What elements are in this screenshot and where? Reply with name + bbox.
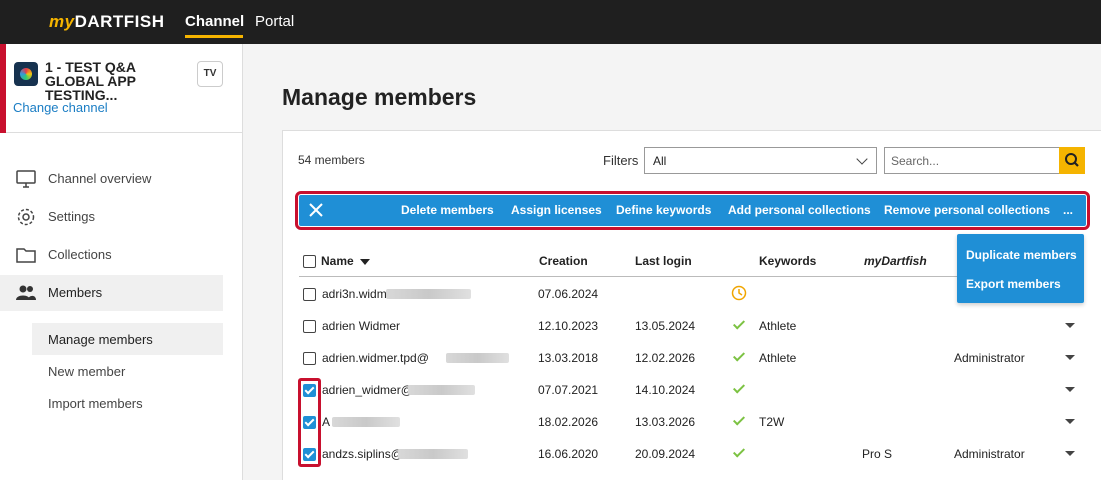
channel-logo-icon xyxy=(14,62,38,86)
sidebar-subitem-label: Import members xyxy=(48,396,143,411)
member-name[interactable]: adrien.widmer.tpd@ xyxy=(322,351,429,365)
creation-date: 16.06.2020 xyxy=(538,447,599,461)
page-title: Manage members xyxy=(282,84,477,110)
column-header-mydartfish[interactable]: myDartfish xyxy=(864,254,927,268)
member-name[interactable]: adrien_widmer@ xyxy=(322,383,413,397)
creation-date: 18.02.2026 xyxy=(538,415,599,429)
last-login-date: 20.09.2024 xyxy=(635,447,696,461)
sidebar-item-label: Members xyxy=(48,285,103,300)
sidebar-item-label: Collections xyxy=(48,247,112,262)
remove-personal-collections-button[interactable]: Remove personal collections xyxy=(884,203,1050,217)
keywords: T2W xyxy=(759,415,785,429)
column-header-last-login[interactable]: Last login xyxy=(635,254,692,268)
nav-channel[interactable]: Channel xyxy=(185,13,244,30)
column-header-creation[interactable]: Creation xyxy=(539,254,588,268)
sidebar-subitem-import-members[interactable]: Import members xyxy=(32,387,223,419)
redacted-text xyxy=(446,353,509,363)
redacted-text xyxy=(398,449,468,459)
chevron-down-icon xyxy=(856,153,868,165)
row-menu-caret-icon[interactable] xyxy=(1065,323,1075,328)
redacted-text xyxy=(386,289,471,299)
channel-title: 1 - TEST Q&A GLOBAL APP TESTING... xyxy=(45,59,136,103)
more-actions-dropdown: Duplicate members Export members xyxy=(957,234,1084,303)
bulk-action-bar: Delete members Assign licenses Define ke… xyxy=(295,191,1090,230)
role: Administrator xyxy=(954,447,1025,461)
member-name[interactable]: andzs.siplins@ xyxy=(322,447,403,461)
keywords: Athlete xyxy=(759,351,797,365)
nav-active-underline xyxy=(185,35,243,38)
add-personal-collections-button[interactable]: Add personal collections xyxy=(728,203,871,217)
nav-portal[interactable]: Portal xyxy=(255,13,294,30)
close-icon[interactable] xyxy=(307,201,325,219)
creation-date: 07.07.2021 xyxy=(538,383,599,397)
folder-icon xyxy=(16,248,36,263)
sidebar-item-members[interactable]: Members xyxy=(0,275,223,311)
last-login-date: 13.03.2026 xyxy=(635,415,696,429)
mydartfish-logo[interactable]: myDARTFISH xyxy=(49,12,165,32)
column-header-keywords[interactable]: Keywords xyxy=(759,254,816,268)
row-menu-caret-icon[interactable] xyxy=(1065,419,1075,424)
sidebar-subitem-label: New member xyxy=(48,364,126,379)
mydartfish-license: Pro S xyxy=(862,447,893,461)
row-menu-caret-icon[interactable] xyxy=(1065,355,1075,360)
channel-accent-bar xyxy=(0,44,6,133)
row-menu-caret-icon[interactable] xyxy=(1065,387,1075,392)
sidebar-item-label: Channel overview xyxy=(48,171,152,186)
search-input[interactable] xyxy=(884,147,1059,174)
more-actions-button[interactable]: ... xyxy=(1063,203,1073,217)
search-button[interactable] xyxy=(1059,147,1085,174)
selection-highlight xyxy=(298,378,321,467)
creation-date: 13.03.2018 xyxy=(538,351,599,365)
member-name[interactable]: A xyxy=(322,415,330,429)
filters-label: Filters xyxy=(603,153,639,168)
gear-icon xyxy=(17,208,35,226)
sidebar-subitem-new-member[interactable]: New member xyxy=(32,355,223,387)
sidebar-item-collections[interactable]: Collections xyxy=(0,237,223,273)
creation-date: 12.10.2023 xyxy=(538,319,599,333)
sidebar-item-settings[interactable]: Settings xyxy=(0,199,223,235)
keywords: Athlete xyxy=(759,319,797,333)
last-login-date: 13.05.2024 xyxy=(635,319,696,333)
role: Administrator xyxy=(954,351,1025,365)
column-header-name[interactable]: Name xyxy=(321,254,354,268)
member-count: 54 members xyxy=(298,153,365,167)
delete-members-button[interactable]: Delete members xyxy=(401,203,494,217)
sidebar-subitem-label: Manage members xyxy=(48,332,153,347)
select-all-checkbox[interactable] xyxy=(303,255,316,268)
sidebar: 1 - TEST Q&A GLOBAL APP TESTING... TV Ch… xyxy=(0,44,243,480)
row-checkbox[interactable] xyxy=(303,288,316,301)
creation-date: 07.06.2024 xyxy=(538,287,599,301)
export-members-option[interactable]: Export members xyxy=(966,277,1061,291)
assign-licenses-button[interactable]: Assign licenses xyxy=(511,203,602,217)
row-menu-caret-icon[interactable] xyxy=(1065,451,1075,456)
tv-button[interactable]: TV xyxy=(197,61,223,87)
filters-value: All xyxy=(653,154,667,168)
logo-prefix: my xyxy=(49,12,75,31)
row-checkbox[interactable] xyxy=(303,320,316,333)
users-icon xyxy=(16,285,36,300)
channel-header: 1 - TEST Q&A GLOBAL APP TESTING... TV Ch… xyxy=(0,44,243,133)
duplicate-members-option[interactable]: Duplicate members xyxy=(966,248,1077,262)
sidebar-item-channel-overview[interactable]: Channel overview xyxy=(0,161,223,197)
monitor-icon xyxy=(16,170,36,188)
top-bar: myDARTFISH Channel Portal xyxy=(0,0,1101,44)
member-name[interactable]: adrien Widmer xyxy=(322,319,400,333)
sort-desc-icon[interactable] xyxy=(360,258,370,266)
row-checkbox[interactable] xyxy=(303,352,316,365)
sidebar-item-label: Settings xyxy=(48,209,95,224)
last-login-date: 12.02.2026 xyxy=(635,351,696,365)
redacted-text xyxy=(408,385,475,395)
sidebar-subitem-manage-members[interactable]: Manage members xyxy=(32,323,223,355)
define-keywords-button[interactable]: Define keywords xyxy=(616,203,711,217)
search-icon xyxy=(1065,153,1079,167)
filters-select[interactable]: All xyxy=(644,147,877,174)
change-channel-link[interactable]: Change channel xyxy=(13,100,108,115)
last-login-date: 14.10.2024 xyxy=(635,383,696,397)
clock-icon xyxy=(731,285,747,301)
redacted-text xyxy=(332,417,400,427)
logo-main: DARTFISH xyxy=(74,12,165,31)
